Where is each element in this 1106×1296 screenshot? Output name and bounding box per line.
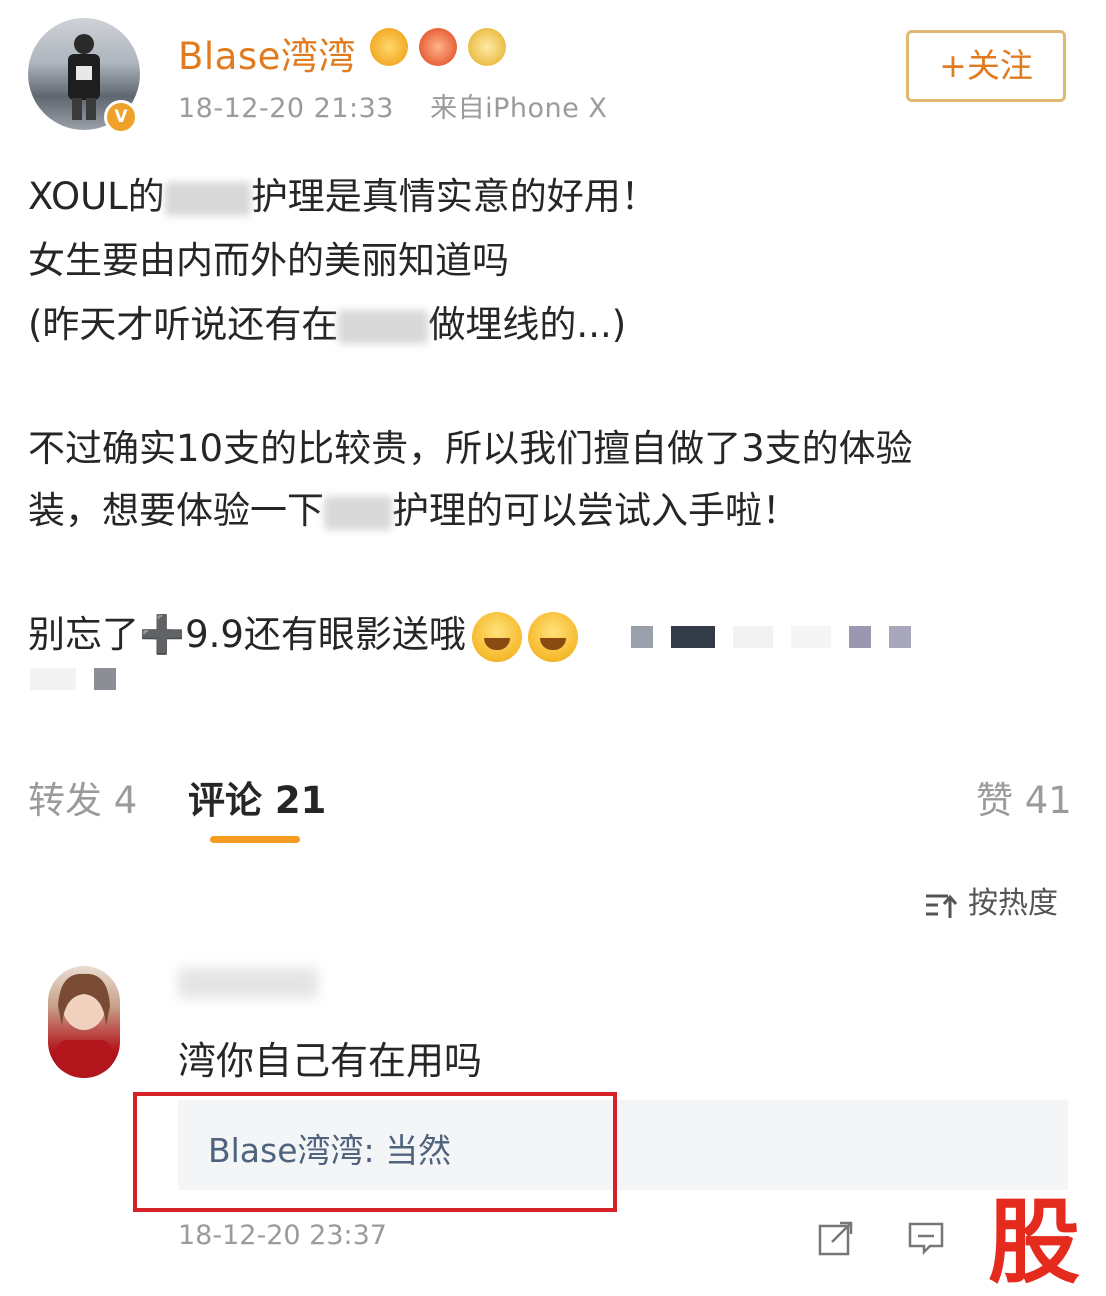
post-line-6: 别忘了➕9.9还有眼影送哦 <box>28 604 929 662</box>
post-meta: 18-12-20 21:33 来自iPhone X <box>178 86 607 125</box>
sort-button[interactable]: 按热度 <box>924 878 1058 922</box>
user-badges <box>370 28 512 72</box>
commenter-avatar[interactable] <box>48 966 120 1078</box>
pixelated-content <box>671 625 716 648</box>
pixelated-content <box>733 625 774 648</box>
post-text: (昨天才听说还有在 <box>28 303 339 346</box>
pixelated-content <box>849 625 872 648</box>
verified-badge-icon: V <box>104 100 138 134</box>
post-timestamp: 18-12-20 21:33 <box>178 93 394 124</box>
laugh-cry-emoji-icon <box>471 611 522 662</box>
gold-medal-icon <box>468 28 507 66</box>
sort-label: 按热度 <box>968 886 1058 921</box>
blurred-text <box>338 309 429 344</box>
pixelated-content <box>30 668 76 690</box>
post-line-1: XOUL的 护理是真情实意的好用！ <box>28 166 658 220</box>
vip-crown-icon <box>370 28 408 66</box>
comment-timestamp: 18-12-20 23:37 <box>178 1220 387 1251</box>
avatar-figure-icon <box>68 34 100 120</box>
comment-icon[interactable] <box>906 1218 946 1258</box>
pixelated-link <box>30 668 134 690</box>
post-text: XOUL的 <box>28 175 165 218</box>
post-text: 做埋线的...) <box>428 303 627 346</box>
tab-repost[interactable]: 转发 4 <box>28 770 137 824</box>
post-text: 护理是真情实意的好用！ <box>250 175 658 218</box>
tab-likes[interactable]: 赞 41 <box>976 770 1072 824</box>
highlight-frame <box>133 1092 617 1212</box>
post-text: 别忘了➕9.9还有眼影送哦 <box>28 613 466 656</box>
share-icon[interactable] <box>816 1218 856 1258</box>
post-line-3: (昨天才听说还有在 做埋线的...) <box>28 294 626 348</box>
post-line-4: 不过确实10支的比较贵，所以我们擅自做了3支的体验 <box>28 427 913 470</box>
commenter-name-blurred <box>178 968 318 998</box>
pixelated-content <box>94 668 116 690</box>
blurred-text <box>324 495 392 530</box>
post-text: 装，想要体验一下 <box>28 489 324 532</box>
sort-icon <box>926 894 958 918</box>
watermark-logo: 股 <box>988 1188 1081 1296</box>
fire-badge-icon <box>419 28 458 66</box>
post-line-2: 女生要由内而外的美丽知道吗 <box>28 239 509 282</box>
post-line-5: 装，想要体验一下 护理的可以尝试入手啦！ <box>28 480 799 534</box>
post-source: 来自iPhone X <box>430 93 608 124</box>
pixelated-content <box>791 625 832 648</box>
blurred-text <box>164 181 251 216</box>
post-text: 护理的可以尝试入手啦！ <box>392 489 799 532</box>
commenter-face-icon <box>56 973 112 1078</box>
pixelated-content <box>889 625 912 648</box>
tab-comments[interactable]: 评论 21 <box>188 770 326 824</box>
pixelated-content <box>631 625 654 648</box>
follow-button[interactable]: +关注 <box>906 30 1066 102</box>
active-tab-indicator <box>210 836 300 843</box>
author-name[interactable]: Blase湾湾 <box>178 26 356 80</box>
laugh-cry-emoji-icon <box>527 611 578 662</box>
comment-text: 湾你自己有在用吗 <box>178 1039 483 1083</box>
